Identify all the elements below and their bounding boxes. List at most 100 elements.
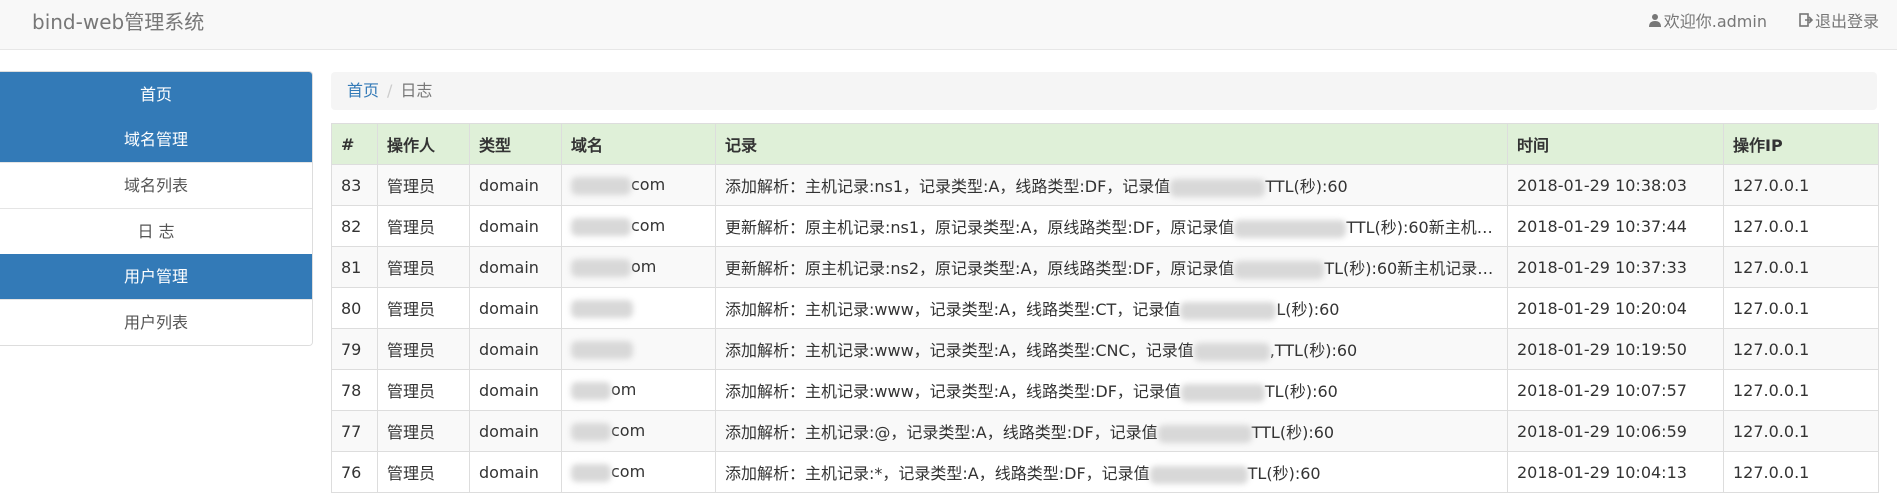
logout-link[interactable]: 退出登录 — [1799, 8, 1879, 32]
cell-id: 76 — [331, 451, 378, 493]
cell-ip: 127.0.0.1 — [1723, 205, 1879, 247]
table-header-row: # 操作人 类型 域名 记录 时间 操作IP — [331, 123, 1879, 165]
domain-suffix: com — [611, 462, 646, 482]
column-header-time: 时间 — [1507, 123, 1724, 165]
cell-record: 更新解析：原主机记录:ns2，原记录类型:A，原线路类型:DF，原记录值 TL(秒… — [715, 246, 1508, 288]
redacted-value — [1193, 342, 1270, 361]
redacted-domain — [571, 299, 633, 318]
redacted-domain — [571, 258, 631, 277]
record-text: 添加解析：主机记录:www，记录类型:A，线路类型:CNC，记录值 — [725, 341, 1194, 360]
record-ttl-text: L(秒):60 — [1276, 300, 1340, 319]
cell-type: domain — [469, 246, 562, 288]
cell-id: 80 — [331, 287, 378, 329]
cell-record: 添加解析：主机记录:ns1，记录类型:A，线路类型:DF，记录值 TTL(秒):6… — [715, 164, 1508, 206]
welcome-user-link[interactable]: 欢迎你.admin — [1648, 8, 1767, 32]
column-header-record: 记录 — [715, 123, 1508, 165]
sidebar-item-logs[interactable]: 日 志 — [0, 208, 312, 254]
cell-ip: 127.0.0.1 — [1723, 369, 1879, 411]
redacted-value — [1180, 301, 1277, 320]
sidebar-item-home[interactable]: 首页 — [0, 72, 312, 117]
cell-record: 添加解析：主机记录:www，记录类型:A，线路类型:CT，记录值 L(秒):60 — [715, 287, 1508, 329]
cell-operator: 管理员 — [377, 287, 470, 329]
cell-record: 添加解析：主机记录:www，记录类型:A，线路类型:CNC，记录值 ,TTL(秒)… — [715, 328, 1508, 370]
breadcrumb-home-link[interactable]: 首页 — [347, 81, 379, 100]
cell-ip: 127.0.0.1 — [1723, 287, 1879, 329]
table-row: 76 管理员 domain com 添加解析：主机记录:*，记录类型:A，线路类型:DF… — [331, 451, 1879, 493]
redacted-domain — [571, 422, 611, 441]
cell-operator: 管理员 — [377, 205, 470, 247]
app-brand[interactable]: bind-web管理系统 — [32, 6, 204, 35]
cell-domain: com — [561, 451, 716, 493]
redacted-domain — [571, 381, 611, 400]
cell-type: domain — [469, 287, 562, 329]
sidebar-item-domain-management[interactable]: 域名管理 — [0, 117, 312, 162]
table-row: 79 管理员 domain 添加解析：主机记录:www，记录类型:A，线路类型:CNC… — [331, 328, 1879, 370]
cell-record: 添加解析：主机记录:www，记录类型:A，线路类型:DF，记录值 TL(秒):60 — [715, 369, 1508, 411]
column-header-domain: 域名 — [561, 123, 716, 165]
record-ttl-text: TTL(秒):60 — [1265, 177, 1348, 196]
top-navbar: bind-web管理系统 欢迎你.admin 退出登录 — [0, 0, 1897, 50]
sidebar-item-user-management[interactable]: 用户管理 — [0, 254, 312, 299]
record-text: 更新解析：原主机记录:ns2，原记录类型:A，原线路类型:DF，原记录值 — [725, 259, 1235, 278]
logout-text: 退出登录 — [1814, 12, 1879, 31]
record-ttl-text: TL(秒):60 — [1247, 464, 1321, 483]
cell-domain: com — [561, 164, 716, 206]
sidebar-item-domain-list[interactable]: 域名列表 — [0, 162, 312, 208]
cell-domain: om — [561, 369, 716, 411]
sidebar-item-user-list[interactable]: 用户列表 — [0, 299, 312, 345]
log-table-container: # 操作人 类型 域名 记录 时间 操作IP 83 管理员 domain com 添加解… — [331, 123, 1879, 493]
cell-id: 78 — [331, 369, 378, 411]
cell-id: 79 — [331, 328, 378, 370]
cell-time: 2018-01-29 10:06:59 — [1507, 410, 1724, 452]
breadcrumb-current: 日志 — [400, 81, 433, 100]
record-ttl-text: TL(秒):60新主机记录:n… — [1324, 259, 1508, 278]
domain-suffix: com — [611, 421, 646, 441]
cell-record: 添加解析：主机记录:*，记录类型:A，线路类型:DF，记录值 TL(秒):60 — [715, 451, 1508, 493]
column-header-id: # — [331, 123, 378, 165]
cell-id: 77 — [331, 410, 378, 452]
cell-operator: 管理员 — [377, 246, 470, 288]
table-row: 80 管理员 domain 添加解析：主机记录:www，记录类型:A，线路类型:CT，… — [331, 287, 1879, 329]
cell-time: 2018-01-29 10:04:13 — [1507, 451, 1724, 493]
user-icon — [1648, 14, 1661, 27]
cell-type: domain — [469, 369, 562, 411]
logout-icon — [1799, 13, 1813, 27]
table-body: 83 管理员 domain com 添加解析：主机记录:ns1，记录类型:A，线路类型:… — [331, 164, 1879, 493]
cell-operator: 管理员 — [377, 164, 470, 206]
domain-suffix: om — [631, 257, 657, 277]
cell-operator: 管理员 — [377, 369, 470, 411]
record-text: 更新解析：原主机记录:ns1，原记录类型:A，原线路类型:DF，原记录值 — [725, 218, 1235, 237]
column-header-ip: 操作IP — [1723, 123, 1879, 165]
cell-type: domain — [469, 328, 562, 370]
breadcrumb: 首页 / 日志 — [331, 72, 1877, 110]
record-ttl-text: TTL(秒):60新主机… — [1346, 218, 1493, 237]
breadcrumb-separator: / — [387, 81, 393, 100]
cell-ip: 127.0.0.1 — [1723, 246, 1879, 288]
column-header-operator: 操作人 — [377, 123, 470, 165]
table-row: 81 管理员 domain om 更新解析：原主机记录:ns2，原记录类型:A，原线路类… — [331, 246, 1879, 288]
domain-suffix: com — [631, 216, 666, 236]
cell-domain: com — [561, 205, 716, 247]
record-ttl-text: TTL(秒):60 — [1251, 423, 1335, 442]
record-text: 添加解析：主机记录:@，记录类型:A，线路类型:DF，记录值 — [725, 423, 1158, 442]
table-row: 83 管理员 domain com 添加解析：主机记录:ns1，记录类型:A，线路类型:… — [331, 164, 1879, 206]
sidebar: 首页 域名管理 域名列表 日 志 用户管理 用户列表 — [0, 71, 313, 346]
log-table: # 操作人 类型 域名 记录 时间 操作IP 83 管理员 domain com 添加解… — [331, 123, 1879, 493]
cell-ip: 127.0.0.1 — [1723, 164, 1879, 206]
cell-domain — [561, 287, 716, 329]
cell-record: 添加解析：主机记录:@，记录类型:A，线路类型:DF，记录值 TTL(秒):60 — [715, 410, 1508, 452]
redacted-value — [1234, 260, 1325, 279]
cell-ip: 127.0.0.1 — [1723, 328, 1879, 370]
redacted-value — [1157, 424, 1252, 443]
column-header-type: 类型 — [469, 123, 562, 165]
redacted-value — [1180, 383, 1265, 402]
record-text: 添加解析：主机记录:www，记录类型:A，线路类型:DF，记录值 — [725, 382, 1181, 401]
cell-type: domain — [469, 205, 562, 247]
record-ttl-text: TL(秒):60 — [1264, 382, 1338, 401]
cell-type: domain — [469, 410, 562, 452]
record-text: 添加解析：主机记录:www，记录类型:A，线路类型:CT，记录值 — [725, 300, 1181, 319]
cell-time: 2018-01-29 10:20:04 — [1507, 287, 1724, 329]
cell-record: 更新解析：原主机记录:ns1，原记录类型:A，原线路类型:DF，原记录值 TTL(… — [715, 205, 1508, 247]
cell-operator: 管理员 — [377, 410, 470, 452]
domain-suffix: com — [631, 175, 666, 195]
